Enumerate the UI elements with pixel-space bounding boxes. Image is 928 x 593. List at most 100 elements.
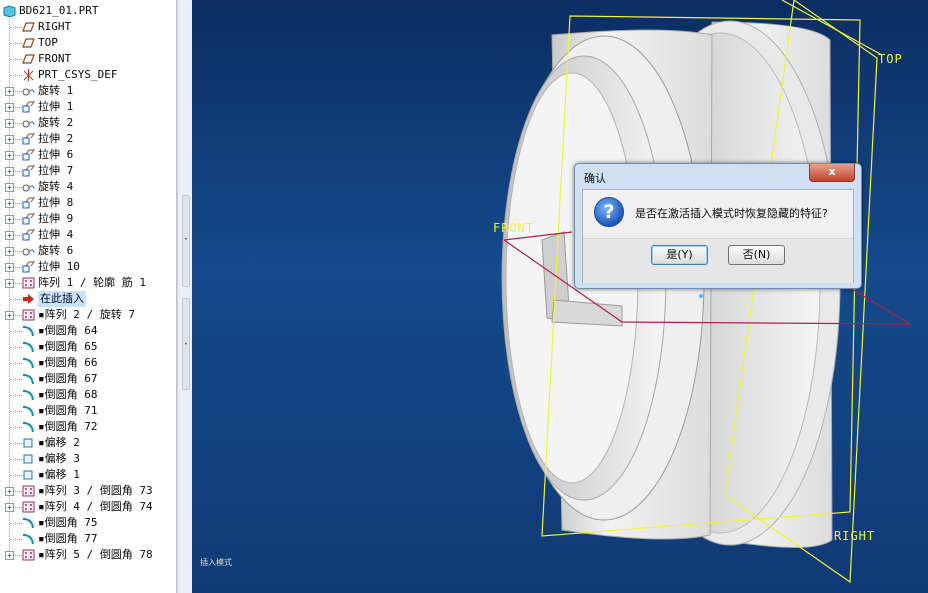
tree-item-label: ▪偏移 1 (38, 468, 80, 481)
tree-item[interactable]: + 拉伸 1 (0, 99, 176, 115)
tree-item[interactable]: ▪倒圆角 67 (0, 371, 176, 387)
offset-icon (22, 469, 35, 481)
expand-toggle-icon[interactable]: + (5, 87, 14, 96)
question-icon: ? (594, 197, 624, 227)
tree-item[interactable]: PRT_CSYS_DEF (0, 67, 176, 83)
part-icon (3, 5, 16, 18)
tree-item[interactable]: ▪倒圆角 71 (0, 403, 176, 419)
tree-item[interactable]: ▪偏移 1 (0, 467, 176, 483)
tree-item[interactable]: + 旋转 4 (0, 179, 176, 195)
expand-toggle-icon[interactable]: + (5, 231, 14, 240)
tree-item[interactable]: + 旋转 6 (0, 243, 176, 259)
revolve-icon (22, 117, 35, 129)
tree-item[interactable]: + 拉伸 9 (0, 211, 176, 227)
tree-connector (10, 411, 22, 412)
expand-toggle-icon[interactable]: + (5, 135, 14, 144)
tree-item-label: 拉伸 8 (38, 196, 74, 209)
model-tree[interactable]: BD621_01.PRT RIGHT TOP FRONT PRT_CSYS_DEF + 旋… (0, 0, 177, 593)
round-icon (22, 405, 35, 417)
tree-item[interactable]: ▪倒圆角 75 (0, 515, 176, 531)
expand-toggle-icon[interactable]: + (5, 151, 14, 160)
pattern-icon (22, 277, 35, 289)
revolve-icon (22, 245, 35, 257)
tree-root[interactable]: BD621_01.PRT (0, 3, 176, 19)
tree-item-label: ▪倒圆角 68 (38, 388, 98, 401)
tree-connector (10, 331, 22, 332)
tree-item-label: 阵列 1 / 轮廓 筋 1 (38, 276, 146, 289)
expand-toggle-icon[interactable]: + (5, 183, 14, 192)
close-button[interactable]: x (809, 164, 855, 182)
tree-item[interactable]: + 旋转 1 (0, 83, 176, 99)
expand-toggle-icon[interactable]: + (5, 311, 14, 320)
offset-icon (22, 453, 35, 465)
yes-button[interactable]: 是(Y) (651, 245, 708, 265)
expand-toggle-icon[interactable]: + (5, 119, 14, 128)
panel-splitter[interactable]: • • (177, 0, 192, 593)
tree-item-label: ▪阵列 5 / 倒圆角 78 (38, 548, 153, 561)
splitter-grip-bottom[interactable]: • (182, 298, 190, 390)
expand-toggle-icon[interactable]: + (5, 503, 14, 512)
tree-item[interactable]: + 拉伸 8 (0, 195, 176, 211)
extrude-icon (22, 133, 35, 145)
expand-toggle-icon[interactable]: + (5, 551, 14, 560)
tree-item[interactable]: ▪偏移 2 (0, 435, 176, 451)
tree-item[interactable]: + ▪阵列 2 / 旋转 7 (0, 307, 176, 323)
expand-toggle-icon[interactable]: + (5, 167, 14, 176)
expand-toggle-icon[interactable]: + (5, 199, 14, 208)
confirm-dialog: 确认 x ? 是否在激活插入模式时恢复隐藏的特征? 是(Y) 否(N) (574, 163, 862, 289)
extrude-icon (22, 165, 35, 177)
round-icon (22, 357, 35, 369)
tree-item[interactable]: + 拉伸 4 (0, 227, 176, 243)
tree-item[interactable]: ▪倒圆角 72 (0, 419, 176, 435)
tree-item[interactable]: + 拉伸 6 (0, 147, 176, 163)
tree-item[interactable]: TOP (0, 35, 176, 51)
splitter-grip-top[interactable]: • (182, 195, 190, 287)
tree-connector (10, 379, 22, 380)
no-button[interactable]: 否(N) (728, 245, 785, 265)
tree-item[interactable]: + 拉伸 10 (0, 259, 176, 275)
tree-item[interactable]: + ▪阵列 5 / 倒圆角 78 (0, 547, 176, 563)
tree-item[interactable]: ▪倒圆角 77 (0, 531, 176, 547)
tree-item-label: FRONT (38, 52, 72, 65)
expand-toggle-icon[interactable]: + (5, 103, 14, 112)
tree-item[interactable]: FRONT (0, 51, 176, 67)
expand-toggle-icon[interactable]: + (5, 215, 14, 224)
graphics-viewport[interactable]: TOP FRONT RIGHT 插入模式 (192, 0, 928, 593)
plane-label-top: TOP (878, 52, 903, 66)
round-icon (22, 517, 35, 529)
model-graphics: TOP FRONT RIGHT (493, 0, 913, 584)
dialog-title: 确认 (584, 172, 606, 185)
round-icon (22, 533, 35, 545)
tree-connector (10, 523, 22, 524)
tree-item[interactable]: ▪偏移 3 (0, 451, 176, 467)
tree-item[interactable]: RIGHT (0, 19, 176, 35)
tree-item[interactable]: ▪倒圆角 64 (0, 323, 176, 339)
tree-item-label: 拉伸 1 (38, 100, 74, 113)
expand-toggle-icon[interactable]: + (5, 263, 14, 272)
tree-item[interactable]: + 拉伸 7 (0, 163, 176, 179)
extrude-icon (22, 261, 35, 273)
tree-item[interactable]: ▪倒圆角 68 (0, 387, 176, 403)
expand-toggle-icon[interactable]: + (5, 487, 14, 496)
tree-item-label: 旋转 6 (38, 244, 74, 257)
tree-connector (10, 75, 22, 76)
tree-item[interactable]: ▪倒圆角 65 (0, 339, 176, 355)
tree-item-label: ▪倒圆角 67 (38, 372, 98, 385)
tree-item-label: ▪倒圆角 71 (38, 404, 98, 417)
tree-item[interactable]: 在此插入 (0, 291, 176, 307)
dialog-button-bar: 是(Y) 否(N) (583, 238, 853, 283)
tree-item-label: ▪倒圆角 72 (38, 420, 98, 433)
tree-item[interactable]: + 拉伸 2 (0, 131, 176, 147)
tree-item[interactable]: ▪倒圆角 66 (0, 355, 176, 371)
expand-toggle-icon[interactable]: + (5, 247, 14, 256)
datum-plane-icon (22, 21, 35, 33)
round-icon (22, 325, 35, 337)
tree-item-label: ▪倒圆角 77 (38, 532, 98, 545)
tree-item-label: PRT_CSYS_DEF (38, 68, 118, 81)
expand-toggle-icon[interactable]: + (5, 279, 14, 288)
tree-item[interactable]: + 阵列 1 / 轮廓 筋 1 (0, 275, 176, 291)
tree-item[interactable]: + ▪阵列 4 / 倒圆角 74 (0, 499, 176, 515)
tree-item[interactable]: + 旋转 2 (0, 115, 176, 131)
tree-item[interactable]: + ▪阵列 3 / 倒圆角 73 (0, 483, 176, 499)
extrude-icon (22, 229, 35, 241)
